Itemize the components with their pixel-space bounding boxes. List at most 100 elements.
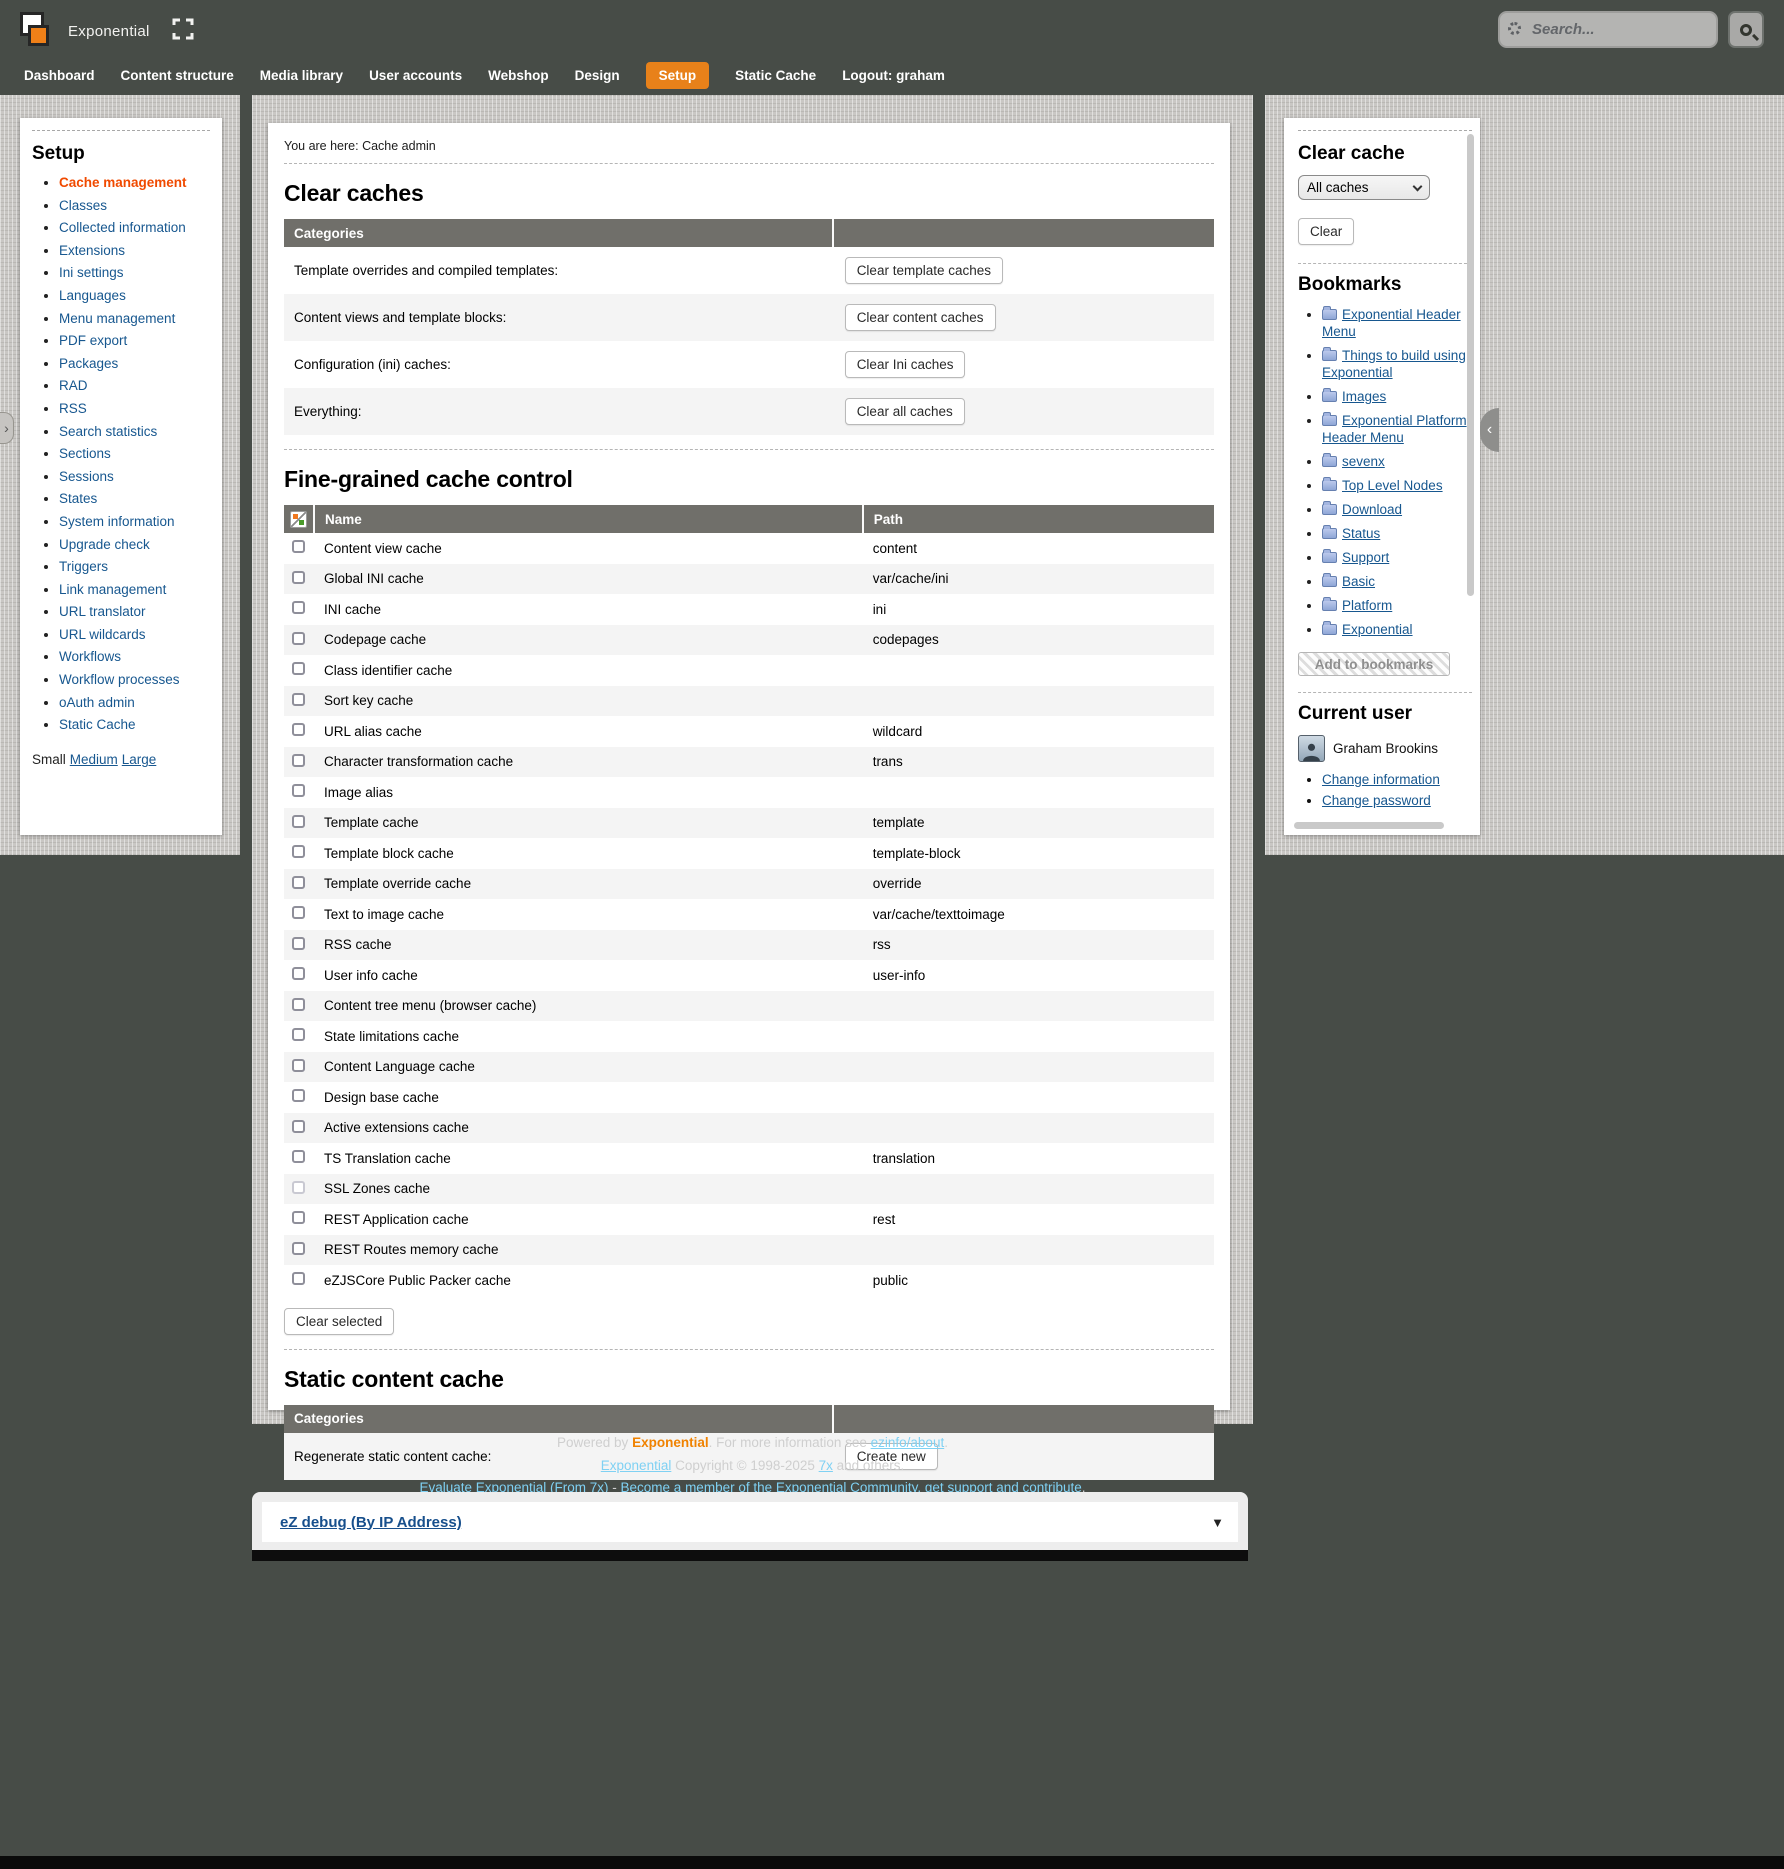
checkbox-state-limitations-cache[interactable]	[292, 1028, 305, 1041]
checkbox-character-transformation-cache[interactable]	[292, 754, 305, 767]
nav-item-content-structure[interactable]: Content structure	[121, 68, 234, 83]
nav-item-user-accounts[interactable]: User accounts	[369, 68, 462, 83]
sidebar-item-upgrade-check[interactable]: Upgrade check	[59, 537, 150, 552]
bookmark-link-exponential-header-menu[interactable]: Exponential Header Menu	[1322, 307, 1461, 339]
bookmark-link-download[interactable]: Download	[1342, 502, 1402, 517]
cache-row-ezjscore-public-packer-cache: eZJSCore Public Packer cachepublic	[284, 1265, 1214, 1296]
bookmark-item: Download	[1322, 501, 1472, 518]
bookmark-link-basic[interactable]: Basic	[1342, 574, 1375, 589]
nav-item-setup[interactable]: Setup	[646, 62, 710, 89]
sidebar-item-languages[interactable]: Languages	[59, 288, 126, 303]
sidebar-item-extensions[interactable]: Extensions	[59, 243, 125, 258]
sidebar-item-cache-management[interactable]: Cache management	[59, 175, 187, 190]
sidebar-item-static-cache[interactable]: Static Cache	[59, 717, 136, 732]
interface-size-links: SmallMediumLarge	[32, 752, 210, 767]
clear-ini-caches-button[interactable]: Clear Ini caches	[845, 351, 966, 378]
checkbox-text-to-image-cache[interactable]	[292, 906, 305, 919]
checkbox-global-ini-cache[interactable]	[292, 571, 305, 584]
cache-row-ini-cache: INI cacheini	[284, 594, 1214, 625]
checkbox-template-cache[interactable]	[292, 815, 305, 828]
bookmark-link-exponential-platform-header-menu[interactable]: Exponential Platform Header Menu	[1322, 413, 1467, 445]
collapse-left-handle[interactable]: ›	[0, 412, 14, 444]
clear-template-caches-button[interactable]: Clear template caches	[845, 257, 1003, 284]
sidebar-list-item: States	[59, 491, 210, 506]
bookmark-link-support[interactable]: Support	[1342, 550, 1389, 565]
footer-7x-link[interactable]: 7x	[819, 1458, 833, 1473]
nav-item-media-library[interactable]: Media library	[260, 68, 343, 83]
select-invert-icon[interactable]	[290, 511, 307, 528]
checkbox-ezjscore-public-packer-cache[interactable]	[292, 1272, 305, 1285]
search-input[interactable]	[1498, 11, 1718, 48]
size-link-large[interactable]: Large	[122, 752, 157, 767]
footer-exponential-link[interactable]: Exponential	[601, 1458, 672, 1473]
sidebar-item-sections[interactable]: Sections	[59, 446, 111, 461]
bookmark-link-exponential[interactable]: Exponential	[1342, 622, 1413, 637]
sidebar-item-workflow-processes[interactable]: Workflow processes	[59, 672, 180, 687]
vertical-scrollbar[interactable]	[1467, 134, 1474, 596]
nav-item-logout-graham[interactable]: Logout: graham	[842, 68, 945, 83]
nav-item-design[interactable]: Design	[575, 68, 620, 83]
checkbox-ini-cache[interactable]	[292, 601, 305, 614]
bookmark-link-platform[interactable]: Platform	[1342, 598, 1392, 613]
nav-item-static-cache[interactable]: Static Cache	[735, 68, 816, 83]
checkbox-content-view-cache[interactable]	[292, 540, 305, 553]
clear-all-caches-button[interactable]: Clear all caches	[845, 398, 965, 425]
sidebar-item-packages[interactable]: Packages	[59, 356, 118, 371]
clear-cache-button[interactable]: Clear	[1298, 218, 1354, 245]
sidebar-item-states[interactable]: States	[59, 491, 97, 506]
sidebar-item-rad[interactable]: RAD	[59, 378, 88, 393]
checkbox-design-base-cache[interactable]	[292, 1089, 305, 1102]
sidebar-item-pdf-export[interactable]: PDF export	[59, 333, 127, 348]
clear-caches-table: Categories Template overrides and compil…	[284, 219, 1214, 435]
checkbox-template-block-cache[interactable]	[292, 845, 305, 858]
checkbox-codepage-cache[interactable]	[292, 632, 305, 645]
checkbox-image-alias[interactable]	[292, 784, 305, 797]
cache-row-active-extensions-cache: Active extensions cache	[284, 1113, 1214, 1144]
sidebar-item-classes[interactable]: Classes	[59, 198, 107, 213]
checkbox-sort-key-cache[interactable]	[292, 693, 305, 706]
debug-title-link[interactable]: eZ debug (By IP Address)	[280, 1514, 462, 1531]
sidebar-item-system-information[interactable]: System information	[59, 514, 175, 529]
sidebar-item-url-wildcards[interactable]: URL wildcards	[59, 627, 146, 642]
checkbox-user-info-cache[interactable]	[292, 967, 305, 980]
nav-item-webshop[interactable]: Webshop	[488, 68, 549, 83]
fullscreen-icon[interactable]	[172, 18, 194, 45]
sidebar-item-collected-information[interactable]: Collected information	[59, 220, 186, 235]
cache-type-select[interactable]: All caches	[1298, 175, 1430, 200]
sidebar-item-ini-settings[interactable]: Ini settings	[59, 265, 124, 280]
bookmark-link-top-level-nodes[interactable]: Top Level Nodes	[1342, 478, 1443, 493]
sidebar-item-url-translator[interactable]: URL translator	[59, 604, 146, 619]
change-password-link[interactable]: Change password	[1322, 793, 1431, 808]
size-link-medium[interactable]: Medium	[70, 752, 118, 767]
checkbox-rss-cache[interactable]	[292, 937, 305, 950]
checkbox-content-tree-menu-browser-cache[interactable]	[292, 998, 305, 1011]
bookmark-link-things-to-build-using-exponential[interactable]: Things to build using Exponential	[1322, 348, 1466, 380]
checkbox-content-language-cache[interactable]	[292, 1059, 305, 1072]
checkbox-active-extensions-cache[interactable]	[292, 1120, 305, 1133]
horizontal-scrollbar[interactable]	[1294, 822, 1444, 829]
clear-selected-button[interactable]: Clear selected	[284, 1308, 394, 1335]
bookmark-link-images[interactable]: Images	[1342, 389, 1386, 404]
sidebar-item-menu-management[interactable]: Menu management	[59, 311, 175, 326]
checkbox-class-identifier-cache[interactable]	[292, 662, 305, 675]
debug-toggle-icon[interactable]: ▼	[1211, 1515, 1224, 1530]
sidebar-item-link-management[interactable]: Link management	[59, 582, 166, 597]
sidebar-item-search-statistics[interactable]: Search statistics	[59, 424, 157, 439]
nav-item-dashboard[interactable]: Dashboard	[24, 68, 95, 83]
bookmark-link-sevenx[interactable]: sevenx	[1342, 454, 1385, 469]
sidebar-item-triggers[interactable]: Triggers	[59, 559, 108, 574]
search-button[interactable]	[1728, 11, 1764, 48]
checkbox-rest-application-cache[interactable]	[292, 1211, 305, 1224]
footer-ezinfo-link[interactable]: ezinfo/about	[871, 1435, 945, 1450]
change-information-link[interactable]: Change information	[1322, 772, 1440, 787]
sidebar-item-rss[interactable]: RSS	[59, 401, 87, 416]
checkbox-template-override-cache[interactable]	[292, 876, 305, 889]
clear-content-caches-button[interactable]: Clear content caches	[845, 304, 996, 331]
checkbox-rest-routes-memory-cache[interactable]	[292, 1242, 305, 1255]
sidebar-item-oauth-admin[interactable]: oAuth admin	[59, 695, 135, 710]
checkbox-ts-translation-cache[interactable]	[292, 1150, 305, 1163]
checkbox-url-alias-cache[interactable]	[292, 723, 305, 736]
sidebar-item-sessions[interactable]: Sessions	[59, 469, 114, 484]
sidebar-item-workflows[interactable]: Workflows	[59, 649, 121, 664]
bookmark-link-status[interactable]: Status	[1342, 526, 1380, 541]
